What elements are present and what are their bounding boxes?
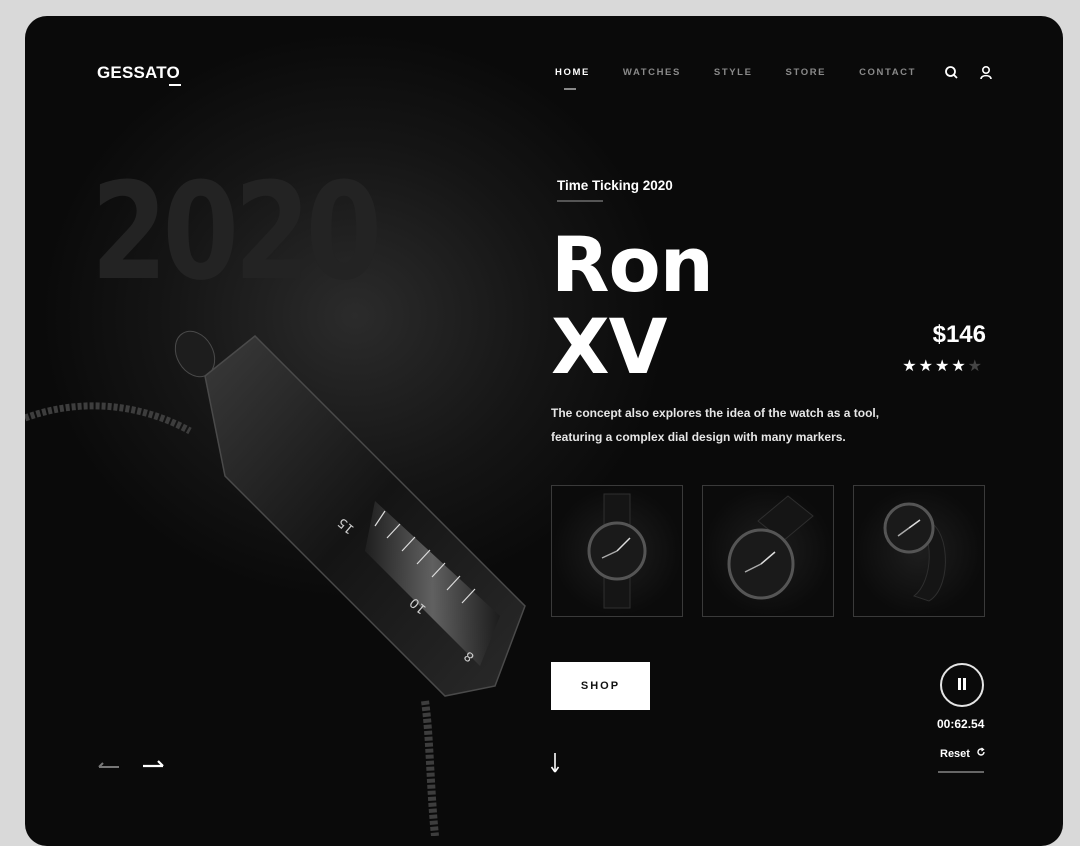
product-title-line1: Ron [551,220,714,309]
nav-home[interactable]: HOME [555,67,590,90]
background-year: 2020 [91,154,382,310]
next-arrow-icon[interactable] [141,759,165,771]
nav-watches[interactable]: WATCHES [623,67,681,78]
shop-button[interactable]: SHOP [551,662,650,710]
rating-stars: ★★★★★ [902,356,984,376]
description-line: featuring a complex dial design with man… [551,429,846,444]
nav-store[interactable]: STORE [786,67,827,78]
timer-display: 00:62.54 [937,717,985,731]
product-price: $146 [932,321,986,348]
reset-button[interactable]: Reset [940,747,986,760]
description-line: The concept also explores the idea of th… [551,406,880,420]
watch-front-thumbnail[interactable] [551,485,683,617]
pause-button[interactable] [940,663,984,707]
hero-subtitle: Time Ticking 2020 [557,178,673,193]
product-description: The concept also explores the idea of th… [551,402,891,449]
watch-side-image [883,502,946,602]
product-title-line2: XV [551,302,667,391]
refresh-icon [977,747,985,756]
main-nav: HOME WATCHES STYLE STORE CONTACT [555,67,949,90]
star-empty-icon: ★ [967,358,984,375]
nav-contact[interactable]: CONTACT [859,67,916,78]
star-icon: ★ [918,358,935,375]
search-icon[interactable] [943,64,961,82]
watch-angled-image [727,495,814,600]
product-title: Ron XV [551,220,714,391]
watch-front-image [587,493,647,609]
user-icon[interactable] [977,64,995,82]
nav-style[interactable]: STYLE [714,67,753,78]
reset-label: Reset [940,748,970,760]
watch-side-thumbnail[interactable] [853,485,985,617]
star-icon: ★ [934,358,952,375]
star-icon: ★ [951,358,968,375]
subtitle-underline [557,200,603,202]
brand-logo[interactable]: GESSATO [97,63,181,86]
hero-panel: GESSATO HOME WATCHES STYLE STORE CONTACT… [25,16,1063,846]
prev-arrow-icon[interactable] [97,761,121,773]
watch-hero-image: 15 10 8 [25,330,526,836]
scroll-down-arrow-icon[interactable] [549,751,561,775]
reset-underline [938,771,984,773]
watch-angled-thumbnail[interactable] [702,485,834,617]
star-icon: ★ [902,358,919,375]
